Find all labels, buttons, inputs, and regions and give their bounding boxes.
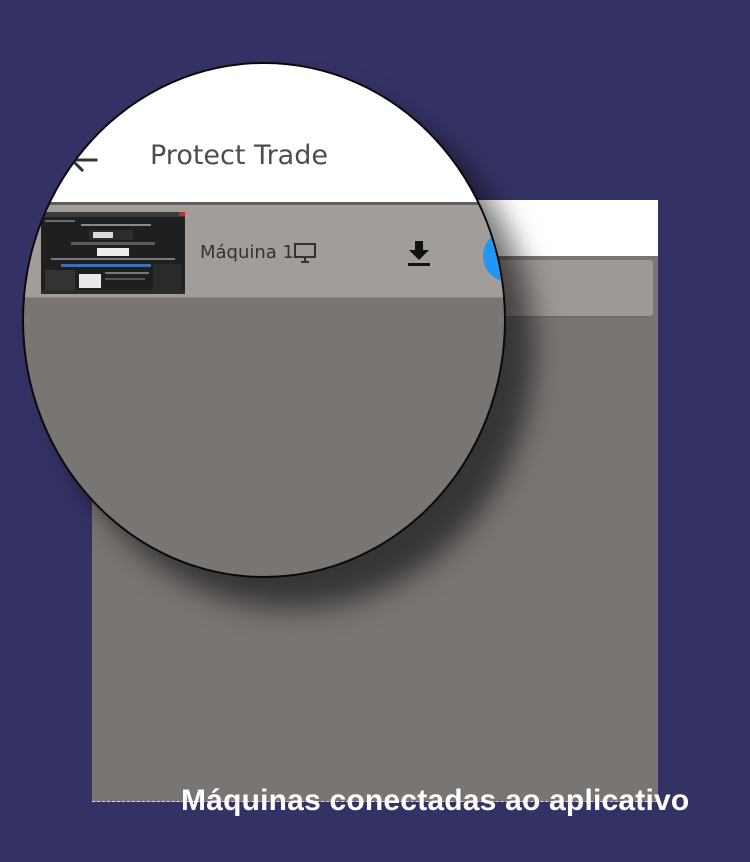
machine-list-item[interactable]: Máquina 1 [24, 205, 504, 298]
monitor-icon [294, 243, 316, 263]
magnifier-callout: Protect Trade Máquina 1 [22, 62, 506, 578]
machine-screenshot-thumbnail [41, 212, 185, 294]
caption-text: Máquinas conectadas ao aplicativo [181, 784, 690, 817]
machine-name: Máquina 1 [200, 242, 295, 263]
back-arrow-icon[interactable] [68, 148, 98, 172]
app-header: Protect Trade [24, 64, 504, 202]
download-icon[interactable] [405, 238, 433, 268]
connect-button[interactable] [483, 230, 504, 282]
app-title: Protect Trade [150, 140, 328, 171]
